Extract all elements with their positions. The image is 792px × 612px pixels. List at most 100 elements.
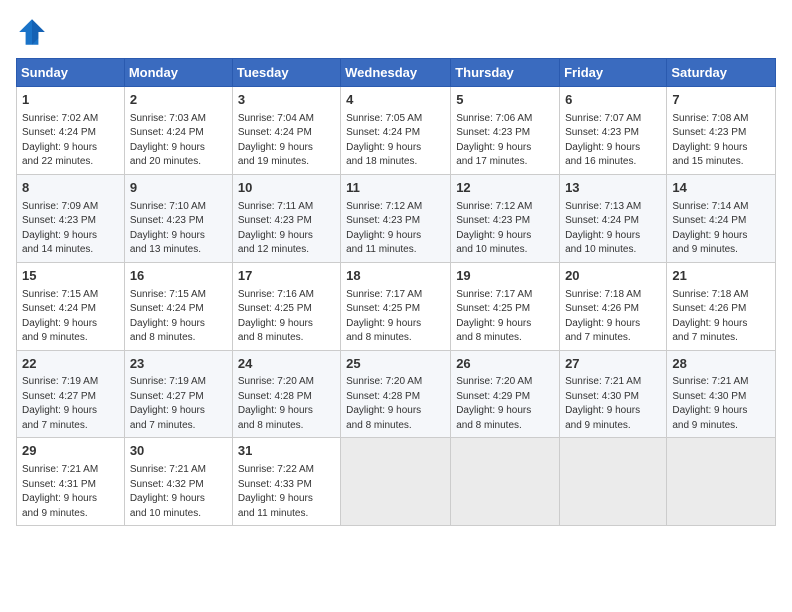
day-info: Sunrise: 7:15 AM Sunset: 4:24 PM Dayligh… — [130, 288, 227, 346]
calendar-cell: 30 Sunrise: 7:21 AM Sunset: 4:32 PM Dayli… — [124, 438, 232, 526]
day-number: 8 — [22, 179, 119, 198]
calendar-cell: 17 Sunrise: 7:16 AM Sunset: 4:25 PM Dayli… — [232, 262, 340, 350]
day-info: Sunrise: 7:12 AM Sunset: 4:23 PM Dayligh… — [456, 200, 554, 258]
day-info: Sunrise: 7:20 AM Sunset: 4:28 PM Dayligh… — [238, 375, 335, 433]
col-header-monday: Monday — [124, 59, 232, 87]
calendar-cell: 1 Sunrise: 7:02 AM Sunset: 4:24 PM Daylig… — [17, 87, 125, 175]
calendar-cell: 12 Sunrise: 7:12 AM Sunset: 4:23 PM Dayli… — [451, 174, 560, 262]
day-number: 9 — [130, 179, 227, 198]
calendar-cell: 31 Sunrise: 7:22 AM Sunset: 4:33 PM Dayli… — [232, 438, 340, 526]
day-info: Sunrise: 7:15 AM Sunset: 4:24 PM Dayligh… — [22, 288, 119, 346]
calendar-cell: 2 Sunrise: 7:03 AM Sunset: 4:24 PM Daylig… — [124, 87, 232, 175]
day-number: 20 — [565, 267, 661, 286]
day-info: Sunrise: 7:05 AM Sunset: 4:24 PM Dayligh… — [346, 112, 445, 170]
day-number: 29 — [22, 442, 119, 461]
day-number: 27 — [565, 355, 661, 374]
col-header-friday: Friday — [560, 59, 667, 87]
day-info: Sunrise: 7:07 AM Sunset: 4:23 PM Dayligh… — [565, 112, 661, 170]
col-header-wednesday: Wednesday — [341, 59, 451, 87]
day-number: 10 — [238, 179, 335, 198]
day-number: 12 — [456, 179, 554, 198]
calendar-cell: 18 Sunrise: 7:17 AM Sunset: 4:25 PM Dayli… — [341, 262, 451, 350]
calendar-cell: 8 Sunrise: 7:09 AM Sunset: 4:23 PM Daylig… — [17, 174, 125, 262]
calendar-cell: 25Sunrise: 7:20 AM Sunset: 4:28 PM Dayli… — [341, 350, 451, 438]
day-info: Sunrise: 7:18 AM Sunset: 4:26 PM Dayligh… — [565, 288, 661, 346]
day-number: 24 — [238, 355, 335, 374]
calendar-cell — [341, 438, 451, 526]
day-info: Sunrise: 7:10 AM Sunset: 4:23 PM Dayligh… — [130, 200, 227, 258]
day-info: Sunrise: 7:04 AM Sunset: 4:24 PM Dayligh… — [238, 112, 335, 170]
day-number: 15 — [22, 267, 119, 286]
day-info: Sunrise: 7:20 AM Sunset: 4:28 PM Dayligh… — [346, 375, 445, 433]
calendar-cell: 5 Sunrise: 7:06 AM Sunset: 4:23 PM Daylig… — [451, 87, 560, 175]
calendar-cell: 14 Sunrise: 7:14 AM Sunset: 4:24 PM Dayli… — [667, 174, 776, 262]
logo-icon — [16, 16, 48, 48]
calendar-cell: 10 Sunrise: 7:11 AM Sunset: 4:23 PM Dayli… — [232, 174, 340, 262]
day-number: 25 — [346, 355, 445, 374]
calendar-week-row: 15 Sunrise: 7:15 AM Sunset: 4:24 PM Dayli… — [17, 262, 776, 350]
day-number: 14 — [672, 179, 770, 198]
day-number: 21 — [672, 267, 770, 286]
calendar-cell: 15 Sunrise: 7:15 AM Sunset: 4:24 PM Dayli… — [17, 262, 125, 350]
calendar-cell: 20 Sunrise: 7:18 AM Sunset: 4:26 PM Dayli… — [560, 262, 667, 350]
calendar-cell: 16 Sunrise: 7:15 AM Sunset: 4:24 PM Dayli… — [124, 262, 232, 350]
day-number: 31 — [238, 442, 335, 461]
calendar-cell: 29 Sunrise: 7:21 AM Sunset: 4:31 PM Dayli… — [17, 438, 125, 526]
day-number: 1 — [22, 91, 119, 110]
calendar-cell: 3 Sunrise: 7:04 AM Sunset: 4:24 PM Daylig… — [232, 87, 340, 175]
calendar-cell — [560, 438, 667, 526]
day-info: Sunrise: 7:14 AM Sunset: 4:24 PM Dayligh… — [672, 200, 770, 258]
day-info: Sunrise: 7:09 AM Sunset: 4:23 PM Dayligh… — [22, 200, 119, 258]
logo — [16, 16, 52, 48]
calendar-week-row: 8 Sunrise: 7:09 AM Sunset: 4:23 PM Daylig… — [17, 174, 776, 262]
day-info: Sunrise: 7:08 AM Sunset: 4:23 PM Dayligh… — [672, 112, 770, 170]
calendar-cell: 24Sunrise: 7:20 AM Sunset: 4:28 PM Dayli… — [232, 350, 340, 438]
day-number: 3 — [238, 91, 335, 110]
calendar-cell: 26Sunrise: 7:20 AM Sunset: 4:29 PM Dayli… — [451, 350, 560, 438]
day-info: Sunrise: 7:20 AM Sunset: 4:29 PM Dayligh… — [456, 375, 554, 433]
calendar-table: SundayMondayTuesdayWednesdayThursdayFrid… — [16, 58, 776, 526]
day-number: 17 — [238, 267, 335, 286]
day-info: Sunrise: 7:17 AM Sunset: 4:25 PM Dayligh… — [346, 288, 445, 346]
day-info: Sunrise: 7:18 AM Sunset: 4:26 PM Dayligh… — [672, 288, 770, 346]
day-info: Sunrise: 7:19 AM Sunset: 4:27 PM Dayligh… — [22, 375, 119, 433]
calendar-cell: 13Sunrise: 7:13 AM Sunset: 4:24 PM Dayli… — [560, 174, 667, 262]
day-number: 2 — [130, 91, 227, 110]
calendar-week-row: 22Sunrise: 7:19 AM Sunset: 4:27 PM Dayli… — [17, 350, 776, 438]
day-info: Sunrise: 7:21 AM Sunset: 4:31 PM Dayligh… — [22, 463, 119, 521]
day-number: 16 — [130, 267, 227, 286]
day-info: Sunrise: 7:06 AM Sunset: 4:23 PM Dayligh… — [456, 112, 554, 170]
calendar-cell: 27Sunrise: 7:21 AM Sunset: 4:30 PM Dayli… — [560, 350, 667, 438]
day-number: 26 — [456, 355, 554, 374]
day-number: 23 — [130, 355, 227, 374]
calendar-cell — [451, 438, 560, 526]
day-number: 5 — [456, 91, 554, 110]
day-number: 11 — [346, 179, 445, 198]
calendar-cell: 21 Sunrise: 7:18 AM Sunset: 4:26 PM Dayli… — [667, 262, 776, 350]
calendar-cell: 11 Sunrise: 7:12 AM Sunset: 4:23 PM Dayli… — [341, 174, 451, 262]
col-header-thursday: Thursday — [451, 59, 560, 87]
day-info: Sunrise: 7:19 AM Sunset: 4:27 PM Dayligh… — [130, 375, 227, 433]
day-info: Sunrise: 7:12 AM Sunset: 4:23 PM Dayligh… — [346, 200, 445, 258]
day-info: Sunrise: 7:11 AM Sunset: 4:23 PM Dayligh… — [238, 200, 335, 258]
day-number: 30 — [130, 442, 227, 461]
col-header-sunday: Sunday — [17, 59, 125, 87]
day-info: Sunrise: 7:03 AM Sunset: 4:24 PM Dayligh… — [130, 112, 227, 170]
day-info: Sunrise: 7:17 AM Sunset: 4:25 PM Dayligh… — [456, 288, 554, 346]
col-header-saturday: Saturday — [667, 59, 776, 87]
day-info: Sunrise: 7:02 AM Sunset: 4:24 PM Dayligh… — [22, 112, 119, 170]
day-number: 4 — [346, 91, 445, 110]
day-info: Sunrise: 7:13 AM Sunset: 4:24 PM Dayligh… — [565, 200, 661, 258]
day-info: Sunrise: 7:22 AM Sunset: 4:33 PM Dayligh… — [238, 463, 335, 521]
calendar-cell: 28Sunrise: 7:21 AM Sunset: 4:30 PM Dayli… — [667, 350, 776, 438]
calendar-cell: 4 Sunrise: 7:05 AM Sunset: 4:24 PM Daylig… — [341, 87, 451, 175]
calendar-cell: 19 Sunrise: 7:17 AM Sunset: 4:25 PM Dayli… — [451, 262, 560, 350]
day-info: Sunrise: 7:16 AM Sunset: 4:25 PM Dayligh… — [238, 288, 335, 346]
calendar-cell — [667, 438, 776, 526]
page-header — [16, 16, 776, 48]
day-number: 18 — [346, 267, 445, 286]
day-number: 19 — [456, 267, 554, 286]
day-number: 6 — [565, 91, 661, 110]
day-number: 7 — [672, 91, 770, 110]
day-info: Sunrise: 7:21 AM Sunset: 4:32 PM Dayligh… — [130, 463, 227, 521]
